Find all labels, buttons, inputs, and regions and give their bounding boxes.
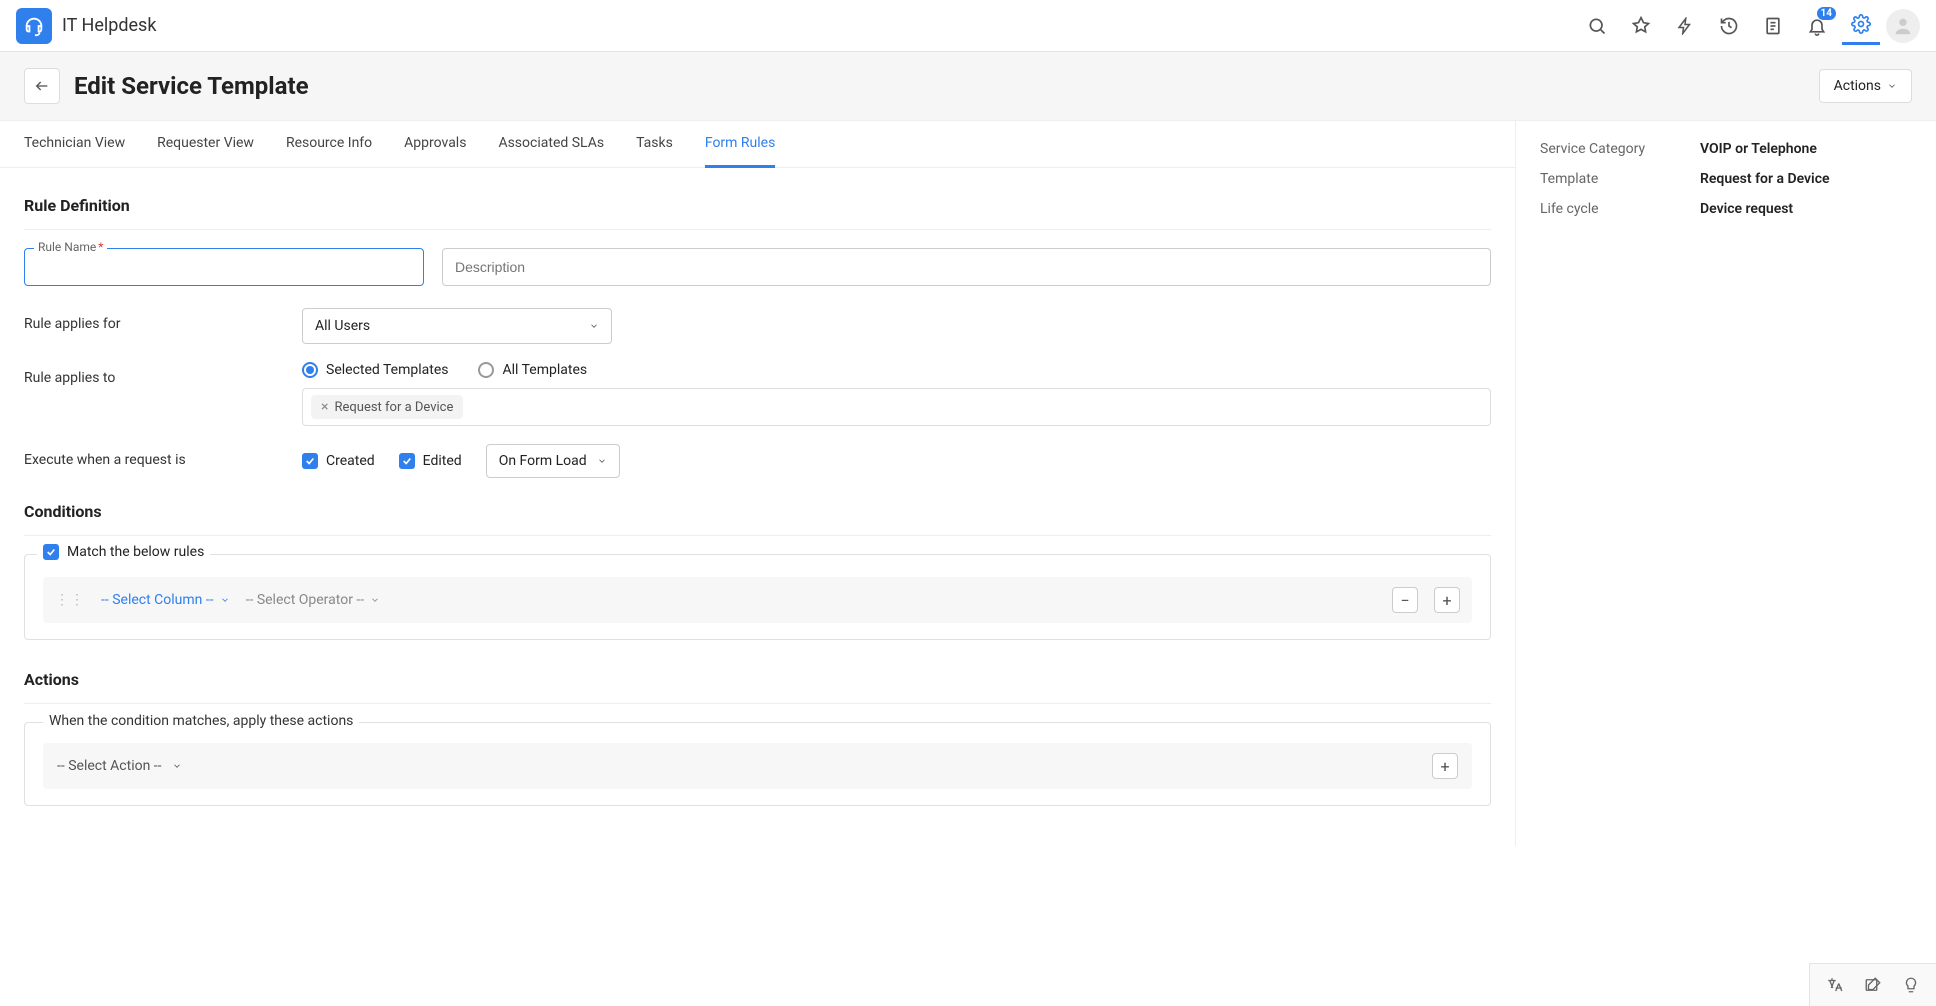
drag-handle-icon[interactable]: ⋮⋮ bbox=[55, 592, 85, 608]
avatar[interactable] bbox=[1886, 9, 1920, 43]
tab-associated-slas[interactable]: Associated SLAs bbox=[498, 121, 604, 167]
description-wrap bbox=[442, 248, 1491, 286]
app-header: IT Helpdesk 14 bbox=[0, 0, 1936, 52]
applies-for-select[interactable]: All Users bbox=[302, 308, 612, 344]
divider bbox=[24, 703, 1491, 704]
action-row: -- Select Action -- + bbox=[43, 743, 1472, 789]
actions-label: Actions bbox=[1834, 78, 1881, 94]
conditions-box: Match the below rules ⋮⋮ -- Select Colum… bbox=[24, 554, 1491, 640]
meta-label: Life cycle bbox=[1540, 201, 1700, 217]
template-chip: × Request for a Device bbox=[311, 395, 463, 419]
tab-form-rules[interactable]: Form Rules bbox=[705, 121, 775, 168]
meta-template: Template Request for a Device bbox=[1540, 171, 1912, 187]
chip-remove-icon[interactable]: × bbox=[321, 399, 328, 415]
meta-value: Request for a Device bbox=[1700, 171, 1830, 187]
rule-name-label: Rule Name* bbox=[34, 240, 107, 254]
meta-service-category: Service Category VOIP or Telephone bbox=[1540, 141, 1912, 157]
meta-value: VOIP or Telephone bbox=[1700, 141, 1817, 157]
add-condition-button[interactable]: + bbox=[1434, 587, 1460, 613]
actions-button[interactable]: Actions bbox=[1819, 69, 1912, 103]
divider bbox=[24, 535, 1491, 536]
section-actions: Actions bbox=[24, 670, 1491, 689]
conditions-header: Match the below rules bbox=[37, 544, 210, 560]
notes-icon[interactable] bbox=[1754, 7, 1792, 45]
compose-icon[interactable] bbox=[1858, 970, 1888, 1000]
back-button[interactable] bbox=[24, 68, 60, 104]
chip-label: Request for a Device bbox=[334, 400, 453, 415]
actions-inner: -- Select Action -- + bbox=[25, 723, 1490, 789]
form-body: Rule Definition Rule Name* Rule applies … bbox=[0, 168, 1515, 846]
tab-approvals[interactable]: Approvals bbox=[404, 121, 466, 167]
checkbox-created[interactable]: Created bbox=[302, 453, 375, 469]
radio-all-templates[interactable]: All Templates bbox=[478, 362, 587, 378]
tab-tasks[interactable]: Tasks bbox=[636, 121, 673, 167]
meta-value: Device request bbox=[1700, 201, 1793, 217]
idea-icon[interactable] bbox=[1896, 970, 1926, 1000]
bottom-bar bbox=[1809, 963, 1936, 1006]
checkbox-match-rules[interactable]: Match the below rules bbox=[43, 544, 204, 560]
tabs: Technician View Requester View Resource … bbox=[0, 121, 1515, 168]
notification-badge: 14 bbox=[1817, 7, 1836, 20]
page-left: Edit Service Template bbox=[24, 68, 309, 104]
section-rule-definition: Rule Definition bbox=[24, 196, 1491, 215]
applies-to-radio-group: Selected Templates All Templates bbox=[302, 362, 1491, 378]
search-icon[interactable] bbox=[1578, 7, 1616, 45]
page-title: Edit Service Template bbox=[74, 72, 309, 100]
meta-life-cycle: Life cycle Device request bbox=[1540, 201, 1912, 217]
row-execute-when: Execute when a request is Created Edited… bbox=[24, 444, 1491, 478]
header-left: IT Helpdesk bbox=[16, 8, 156, 44]
divider bbox=[24, 229, 1491, 230]
remove-condition-button[interactable]: − bbox=[1392, 587, 1418, 613]
tab-requester-view[interactable]: Requester View bbox=[157, 121, 254, 167]
execute-when-group: Created Edited On Form Load bbox=[302, 444, 620, 478]
bell-icon[interactable]: 14 bbox=[1798, 7, 1836, 45]
meta-label: Service Category bbox=[1540, 141, 1700, 157]
layout: Technician View Requester View Resource … bbox=[0, 121, 1936, 846]
selected-templates-area[interactable]: × Request for a Device bbox=[302, 388, 1491, 426]
side-panel: Service Category VOIP or Telephone Templ… bbox=[1516, 121, 1936, 846]
description-input[interactable] bbox=[442, 248, 1491, 286]
conditions-inner: ⋮⋮ -- Select Column -- -- Select Operato… bbox=[25, 555, 1490, 623]
app-title: IT Helpdesk bbox=[62, 15, 156, 36]
row-applies-to: Rule applies to Selected Templates All T… bbox=[24, 362, 1491, 426]
radio-selected-templates[interactable]: Selected Templates bbox=[302, 362, 448, 378]
section-conditions: Conditions bbox=[24, 502, 1491, 521]
rule-name-wrap: Rule Name* bbox=[24, 248, 424, 286]
settings-icon[interactable] bbox=[1842, 7, 1880, 45]
checkbox-edited-label: Edited bbox=[423, 453, 462, 469]
history-icon[interactable] bbox=[1710, 7, 1748, 45]
language-icon[interactable] bbox=[1820, 970, 1850, 1000]
page-bar: Edit Service Template Actions bbox=[0, 52, 1936, 121]
actions-header: When the condition matches, apply these … bbox=[43, 713, 359, 729]
select-operator[interactable]: -- Select Operator -- bbox=[246, 592, 381, 608]
checkbox-edited[interactable]: Edited bbox=[399, 453, 462, 469]
app-logo bbox=[16, 8, 52, 44]
tab-resource-info[interactable]: Resource Info bbox=[286, 121, 372, 167]
condition-row: ⋮⋮ -- Select Column -- -- Select Operato… bbox=[43, 577, 1472, 623]
label-applies-for: Rule applies for bbox=[24, 308, 284, 332]
label-execute-when: Execute when a request is bbox=[24, 444, 284, 468]
execute-timing-select[interactable]: On Form Load bbox=[486, 444, 620, 478]
header-right: 14 bbox=[1578, 7, 1920, 45]
add-action-button[interactable]: + bbox=[1432, 753, 1458, 779]
pin-icon[interactable] bbox=[1622, 7, 1660, 45]
bolt-icon[interactable] bbox=[1666, 7, 1704, 45]
applies-for-value: All Users bbox=[315, 318, 370, 334]
checkbox-created-label: Created bbox=[326, 453, 375, 469]
execute-timing-value: On Form Load bbox=[499, 453, 587, 469]
radio-all-label: All Templates bbox=[502, 362, 587, 378]
match-rules-label: Match the below rules bbox=[67, 544, 204, 560]
tab-technician-view[interactable]: Technician View bbox=[24, 121, 125, 167]
label-applies-to: Rule applies to bbox=[24, 362, 284, 386]
select-column[interactable]: -- Select Column -- bbox=[101, 592, 230, 608]
radio-selected-label: Selected Templates bbox=[326, 362, 448, 378]
row-applies-for: Rule applies for All Users bbox=[24, 308, 1491, 344]
actions-box: When the condition matches, apply these … bbox=[24, 722, 1491, 806]
meta-label: Template bbox=[1540, 171, 1700, 187]
rule-def-row: Rule Name* bbox=[24, 248, 1491, 286]
main-panel: Technician View Requester View Resource … bbox=[0, 121, 1516, 846]
select-action[interactable]: -- Select Action -- bbox=[57, 758, 182, 774]
